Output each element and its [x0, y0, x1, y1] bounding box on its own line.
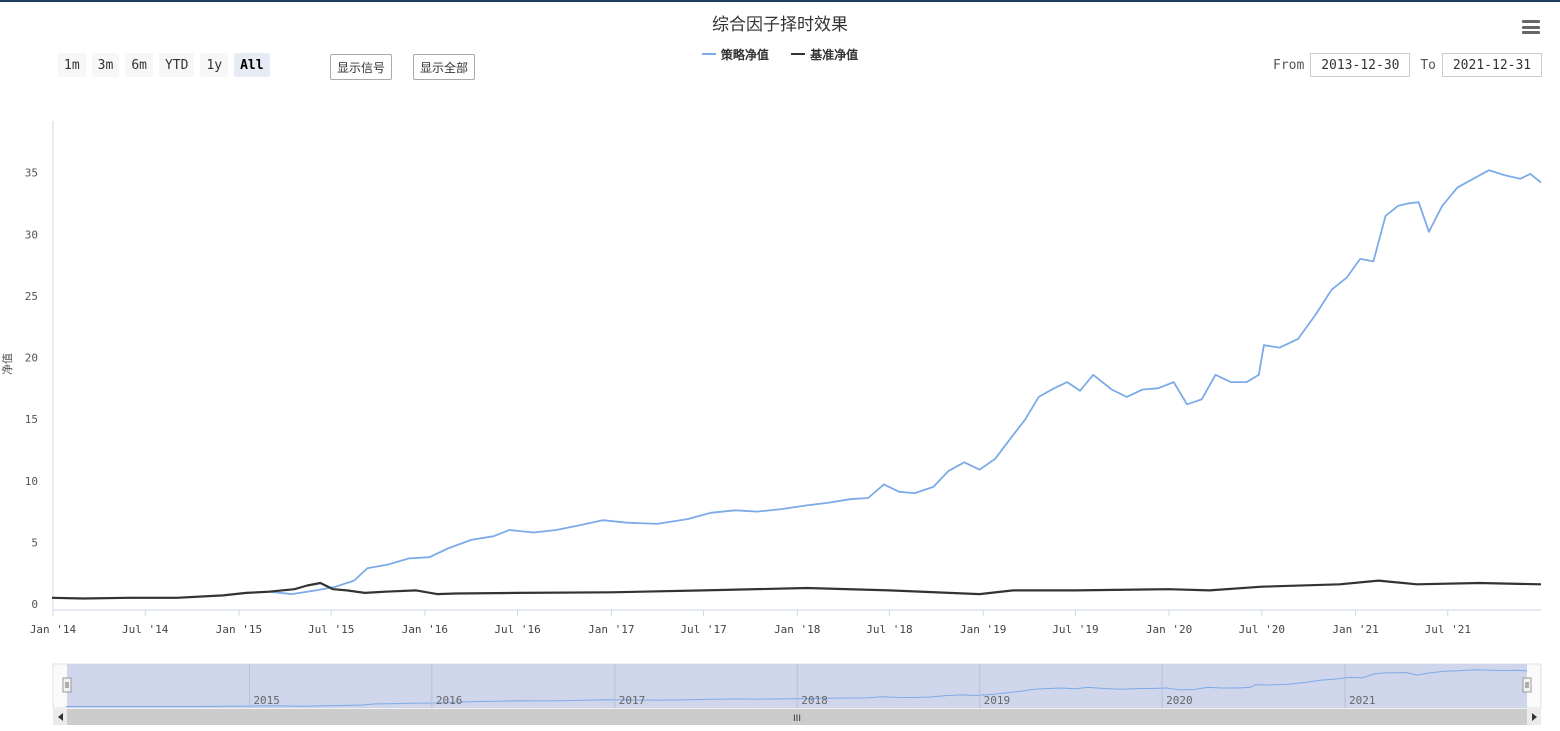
x-tick-label-3: Jul '15: [308, 623, 354, 636]
y-tick-label-6: 30: [25, 228, 38, 241]
y-tick-label-3: 15: [25, 413, 38, 426]
series-line-strategy: [51, 169, 1542, 600]
chart-area: 0 5 10 15 20 25 30 35 净值 Jan '14 Jul '14 Jan '15 Jul…: [0, 121, 1542, 725]
x-tick-label-1: Jul '14: [122, 623, 169, 636]
navigator-right-handle[interactable]: [1522, 677, 1532, 693]
x-tick-label-9: Jul '18: [866, 623, 912, 636]
y-tick-label-1: 5: [31, 536, 38, 549]
navigator-year-label-1: 2016: [436, 694, 463, 707]
x-tick-label-8: Jan '18: [774, 623, 820, 636]
x-tick-label-13: Jul '20: [1239, 623, 1285, 636]
x-tick-label-14: Jan '21: [1332, 623, 1378, 636]
x-tick-label-11: Jul '19: [1052, 623, 1098, 636]
y-tick-label-2: 10: [25, 475, 38, 488]
x-tick-label-0: Jan '14: [30, 623, 77, 636]
y-tick-label-0: 0: [31, 598, 38, 611]
x-tick-label-4: Jan '16: [402, 623, 448, 636]
x-tick-label-2: Jan '15: [216, 623, 262, 636]
y-tick-label-5: 25: [25, 290, 38, 303]
navigator-year-label-4: 2019: [984, 694, 1011, 707]
navigator-year-label-2: 2017: [619, 694, 646, 707]
x-tick-label-10: Jan '19: [960, 623, 1006, 636]
x-tick-label-12: Jan '20: [1146, 623, 1192, 636]
navigator-year-label-3: 2018: [801, 694, 828, 707]
x-tick-label-6: Jan '17: [588, 623, 634, 636]
y-tick-label-7: 35: [25, 167, 38, 180]
navigator-left-handle[interactable]: [62, 677, 72, 693]
navigator-year-label-0: 2015: [253, 694, 279, 707]
x-tick-label-7: Jul '17: [680, 623, 726, 636]
x-tick-label-5: Jul '16: [494, 623, 540, 636]
x-tick-label-15: Jul '21: [1425, 623, 1471, 636]
navigator-year-label-6: 2021: [1349, 694, 1376, 707]
y-tick-label-4: 20: [25, 352, 38, 365]
scrollbar-grip: III: [793, 714, 801, 724]
y-axis-title: 净值: [0, 353, 14, 375]
series-line-benchmark: [51, 579, 1542, 600]
navigator-year-label-5: 2020: [1166, 694, 1193, 707]
